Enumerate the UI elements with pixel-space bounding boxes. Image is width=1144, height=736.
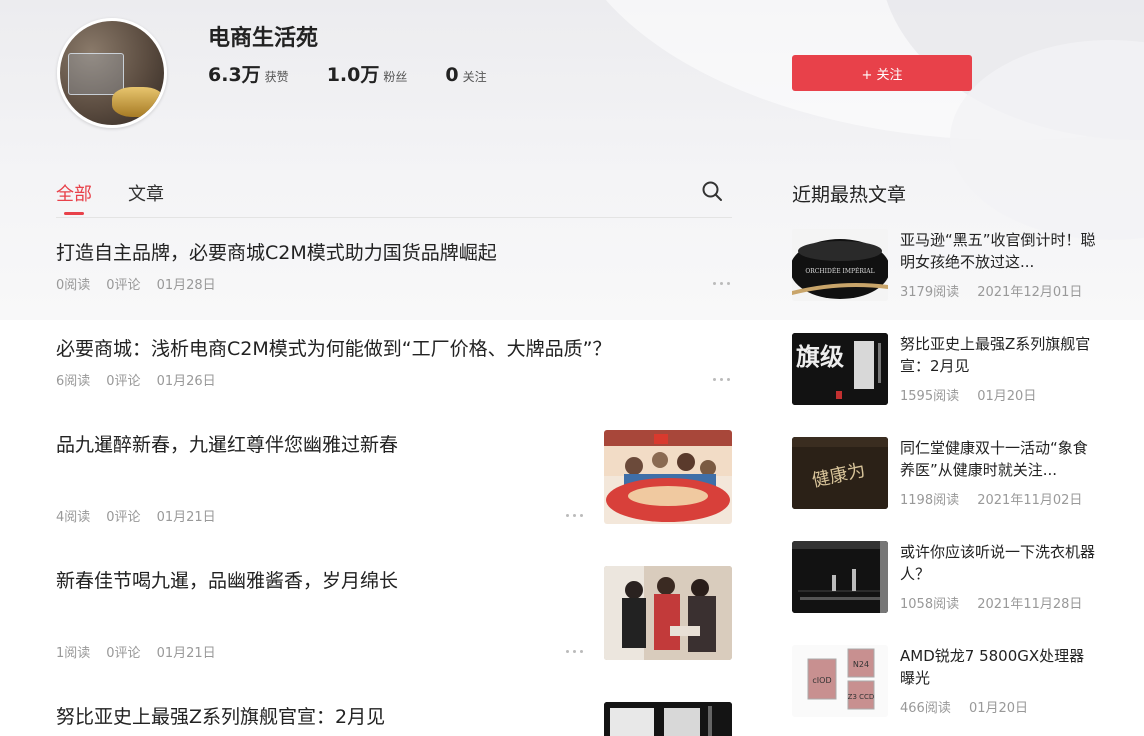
- article-thumbnail[interactable]: [604, 430, 732, 524]
- stat-fans[interactable]: 1.0万 粉丝: [327, 60, 408, 87]
- article-item[interactable]: 品九暹醉新春，九暹红尊伴您幽雅过新春 4阅读 0评论 01月21日: [56, 430, 732, 526]
- hot-article-date: 2021年11月28日: [977, 597, 1083, 612]
- article-comments: 0评论: [106, 374, 141, 389]
- article-item[interactable]: 必要商城：浅析电商C2M模式为何能做到“工厂价格、大牌品质”？ 6阅读 0评论 …: [56, 334, 732, 404]
- hot-article-title[interactable]: AMD锐龙7 5800GX处理器曝光: [900, 645, 1096, 689]
- hot-article-item[interactable]: 或许你应该听说一下洗衣机器人？ 1058阅读 2021年11月28日: [792, 541, 1102, 613]
- hot-article-title[interactable]: 努比亚史上最强Z系列旗舰官宣：2月见: [900, 333, 1096, 377]
- hot-article-reads: 466阅读: [900, 701, 951, 716]
- hot-article-reads: 1198阅读: [900, 493, 960, 508]
- hot-article-meta: 3179阅读 2021年12月01日: [900, 281, 1096, 300]
- article-meta: 4阅读 0评论 01月21日: [56, 506, 232, 525]
- article-item[interactable]: 努比亚史上最强Z系列旗舰官宣：2月见: [56, 702, 732, 736]
- hot-article-thumbnail[interactable]: [792, 541, 888, 613]
- stat-following-value: 0: [445, 64, 459, 86]
- tab-bar: 全部 文章: [56, 178, 732, 218]
- article-comments: 0评论: [106, 510, 141, 525]
- hot-article-reads: 1058阅读: [900, 597, 960, 612]
- article-meta: 6阅读 0评论 01月26日: [56, 370, 232, 389]
- hot-thumb-text: ORCHIDÉE IMPÉRIAL: [805, 267, 874, 275]
- article-reads: 4阅读: [56, 510, 91, 525]
- article-comments: 0评论: [106, 646, 141, 661]
- article-date: 01月21日: [156, 510, 216, 525]
- stat-likes-label: 获赞: [264, 70, 289, 84]
- thumb-label-n24: N24: [853, 660, 869, 669]
- hot-article-meta: 1595阅读 01月20日: [900, 385, 1050, 404]
- article-reads: 1阅读: [56, 646, 91, 661]
- hot-article-date: 01月20日: [968, 701, 1029, 716]
- profile-stats: 6.3万 获赞 1.0万 粉丝 0 关注: [208, 60, 525, 87]
- hot-article-item[interactable]: cIOD N24 Z3 CCD AMD锐龙7 5800GX处理器曝光 466阅读…: [792, 645, 1102, 717]
- hot-article-date: 2021年12月01日: [977, 285, 1083, 300]
- hot-article-meta: 466阅读 01月20日: [900, 697, 1042, 716]
- article-date: 01月21日: [156, 646, 216, 661]
- more-icon[interactable]: [713, 280, 731, 286]
- more-icon[interactable]: [713, 376, 731, 382]
- article-reads: 6阅读: [56, 374, 91, 389]
- tab-articles[interactable]: 文章: [128, 180, 164, 206]
- article-date: 01月28日: [156, 278, 216, 293]
- hot-article-title[interactable]: 亚马逊“黑五”收官倒计时！聪明女孩绝不放过这...: [900, 229, 1096, 273]
- stat-following-label: 关注: [462, 70, 487, 84]
- thumb-label-ciod: cIOD: [812, 676, 831, 685]
- article-item[interactable]: 新春佳节喝九暹，品幽雅酱香，岁月绵长 1阅读 0评论 01月21日: [56, 566, 732, 662]
- thumb-label-ccd: Z3 CCD: [848, 693, 875, 701]
- hot-article-item[interactable]: ORCHIDÉE IMPÉRIAL 亚马逊“黑五”收官倒计时！聪明女孩绝不放过这…: [792, 229, 1102, 301]
- hot-thumb-text: 旗级: [796, 343, 844, 371]
- article-meta: 0阅读 0评论 01月28日: [56, 274, 232, 293]
- sidebar-title: 近期最热文章: [792, 184, 907, 206]
- search-icon[interactable]: [701, 180, 723, 202]
- stat-likes: 6.3万 获赞: [208, 60, 289, 87]
- profile-name: 电商生活苑: [208, 26, 319, 51]
- article-meta: 1阅读 0评论 01月21日: [56, 642, 232, 661]
- more-icon[interactable]: [566, 512, 584, 518]
- stat-likes-value: 6.3万: [208, 64, 261, 86]
- hot-article-meta: 1198阅读 2021年11月02日: [900, 489, 1096, 508]
- hot-article-title[interactable]: 同仁堂健康双十一活动“象食养医”从健康时就关注...: [900, 437, 1096, 481]
- article-reads: 0阅读: [56, 278, 91, 293]
- article-comments: 0评论: [106, 278, 141, 293]
- hot-article-thumbnail[interactable]: cIOD N24 Z3 CCD: [792, 645, 888, 717]
- stat-fans-value: 1.0万: [326, 64, 380, 86]
- stat-following[interactable]: 0 关注: [445, 64, 486, 86]
- hot-article-meta: 1058阅读 2021年11月28日: [900, 593, 1096, 612]
- hot-article-title[interactable]: 或许你应该听说一下洗衣机器人？: [900, 541, 1096, 585]
- article-title[interactable]: 必要商城：浅析电商C2M模式为何能做到“工厂价格、大牌品质”？: [56, 334, 732, 361]
- article-title[interactable]: 打造自主品牌，必要商城C2M模式助力国货品牌崛起: [56, 238, 732, 265]
- hot-article-item[interactable]: 旗级 努比亚史上最强Z系列旗舰官宣：2月见 1595阅读 01月20日: [792, 333, 1102, 405]
- follow-button[interactable]: + 关注: [792, 55, 972, 91]
- hot-article-thumbnail[interactable]: 旗级: [792, 333, 888, 405]
- tab-all[interactable]: 全部: [56, 180, 92, 215]
- hot-article-reads: 3179阅读: [900, 285, 960, 300]
- hot-article-date: 01月20日: [977, 389, 1037, 404]
- more-icon[interactable]: [566, 648, 584, 654]
- hot-article-thumbnail[interactable]: ORCHIDÉE IMPÉRIAL: [792, 229, 888, 301]
- hot-article-date: 2021年11月02日: [977, 493, 1083, 508]
- avatar[interactable]: [57, 18, 167, 128]
- article-thumbnail[interactable]: [604, 566, 732, 660]
- hot-article-reads: 1595阅读: [900, 389, 960, 404]
- stat-fans-label: 粉丝: [383, 70, 408, 84]
- article-thumbnail[interactable]: [604, 702, 732, 736]
- hot-article-item[interactable]: 健康为 同仁堂健康双十一活动“象食养医”从健康时就关注... 1198阅读 20…: [792, 437, 1102, 509]
- article-item[interactable]: 打造自主品牌，必要商城C2M模式助力国货品牌崛起 0阅读 0评论 01月28日: [56, 238, 732, 308]
- article-date: 01月26日: [156, 374, 216, 389]
- hot-article-thumbnail[interactable]: 健康为: [792, 437, 888, 509]
